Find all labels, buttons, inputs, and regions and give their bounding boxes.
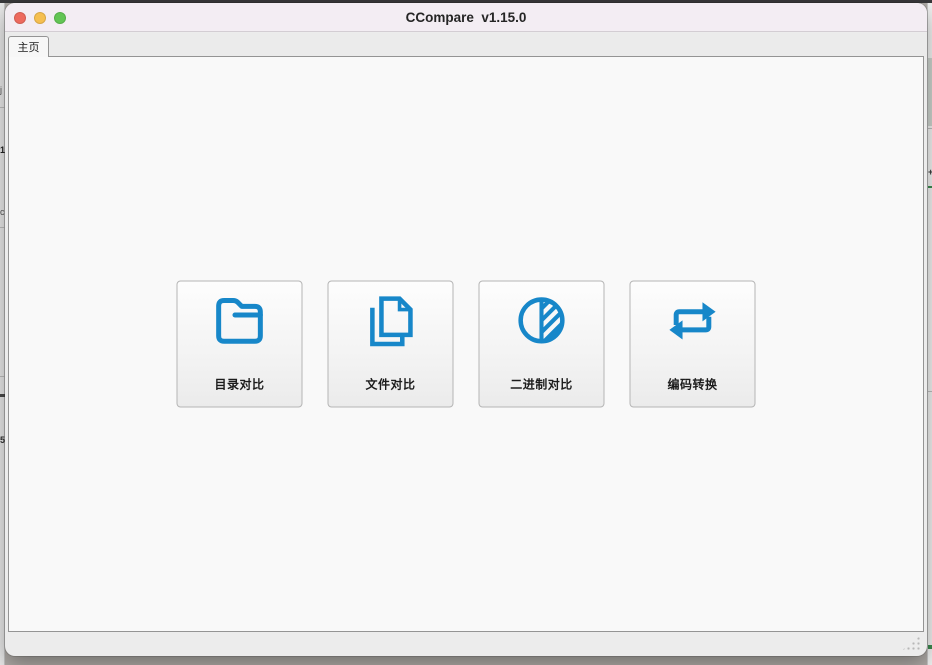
background-text-fragment: + xyxy=(928,168,932,177)
background-line xyxy=(928,391,932,392)
repeat-arrows-icon xyxy=(664,288,722,352)
binary-compare-label: 二进制对比 xyxy=(510,376,573,393)
background-text-fragment: c xyxy=(0,208,5,217)
close-button[interactable] xyxy=(14,12,26,24)
binary-compare-button[interactable]: 二进制对比 xyxy=(479,281,605,408)
background-text-fragment: j xyxy=(0,86,2,95)
file-compare-label: 文件对比 xyxy=(365,376,415,393)
tab-home-label: 主页 xyxy=(18,39,40,55)
binary-half-circle-icon xyxy=(513,288,571,352)
zoom-button[interactable] xyxy=(54,12,66,24)
background-mark xyxy=(928,186,932,188)
background-sliver-right: + xyxy=(927,3,932,665)
encoding-convert-label: 编码转换 xyxy=(667,376,717,393)
minimize-button[interactable] xyxy=(34,12,46,24)
directory-compare-button[interactable]: 目录对比 xyxy=(177,281,303,408)
tab-home[interactable]: 主页 xyxy=(8,36,49,57)
content-pane: 目录对比 文件对比 xyxy=(8,56,924,632)
titlebar: CCompare v1.15.0 xyxy=(5,3,927,32)
app-window: CCompare v1.15.0 主页 目录对比 xyxy=(5,3,927,656)
tab-bar xyxy=(5,33,927,56)
action-row: 目录对比 文件对比 xyxy=(177,281,756,408)
directory-compare-label: 目录对比 xyxy=(214,376,264,393)
folder-icon xyxy=(211,288,269,352)
traffic-lights xyxy=(14,3,66,32)
encoding-convert-button[interactable]: 编码转换 xyxy=(630,281,756,408)
resize-grip[interactable] xyxy=(901,636,920,651)
background-line xyxy=(928,128,932,129)
file-compare-button[interactable]: 文件对比 xyxy=(328,281,454,408)
documents-icon xyxy=(362,288,420,352)
background-block xyxy=(928,58,932,126)
background-mark xyxy=(928,645,932,649)
window-title: CCompare v1.15.0 xyxy=(406,10,527,25)
